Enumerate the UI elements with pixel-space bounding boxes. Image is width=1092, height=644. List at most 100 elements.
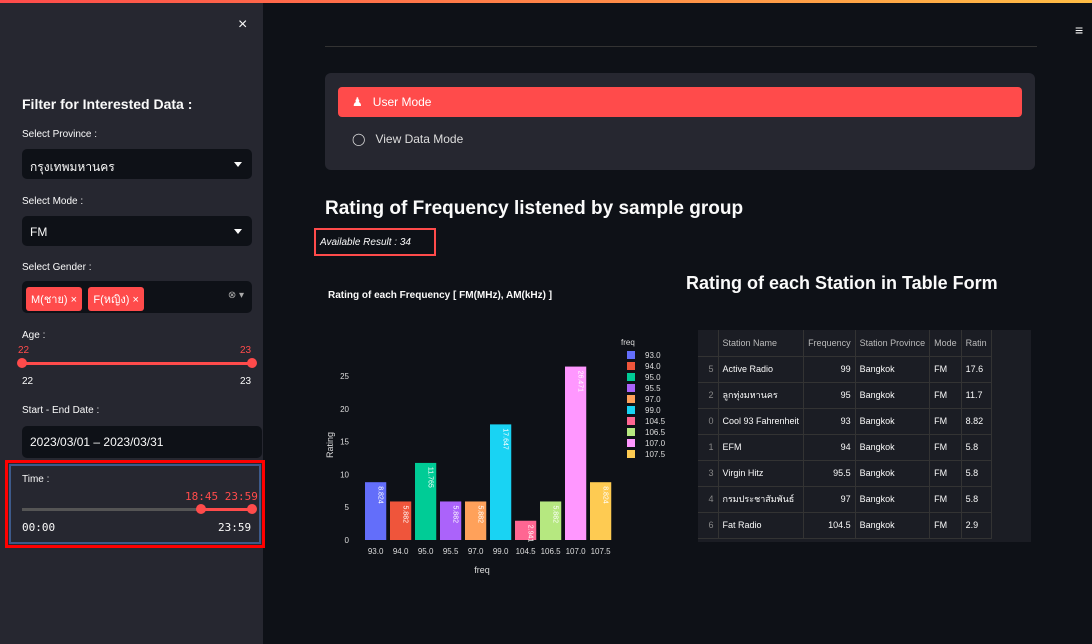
divider (325, 46, 1037, 47)
gender-multiselect[interactable]: M(ชาย) × F(หญิง) × ⊗ ▾ (22, 281, 252, 313)
table-cell: 8.82 (961, 408, 992, 435)
hamburger-menu-icon[interactable]: ≡ (1075, 22, 1083, 38)
table-cell: FM (929, 408, 962, 435)
clear-icon[interactable]: ⊗ ▾ (228, 290, 244, 301)
table-cell: Bangkok (855, 356, 931, 383)
mode-label: Select Mode : (22, 196, 84, 207)
legend-swatch (627, 450, 635, 458)
table-column-header[interactable]: Station Province (855, 330, 931, 357)
date-range-input[interactable]: 2023/03/01 – 2023/03/31 (22, 426, 262, 458)
table-cell: 2.9 (961, 512, 992, 539)
legend-entry: 97.0 (645, 395, 661, 404)
table-row[interactable]: 4 กรมประชาสัมพันธ์ 97 Bangkok FM 5.8 (698, 486, 992, 513)
legend-entry: 99.0 (645, 406, 661, 415)
legend-swatch (627, 395, 635, 403)
sidebar-title: Filter for Interested Data : (22, 96, 193, 112)
table-cell: 99 (803, 356, 856, 383)
table-row[interactable]: 3 Virgin Hitz 95.5 Bangkok FM 5.8 (698, 460, 992, 487)
table-cell: กรมประชาสัมพันธ์ (718, 486, 805, 513)
legend-swatch (627, 384, 635, 392)
legend-swatch (627, 428, 635, 436)
age-slider[interactable] (22, 362, 252, 365)
bar-data-label: 17.647 (502, 428, 509, 450)
legend-entry: 107.5 (645, 450, 665, 459)
x-tick-label: 94.0 (393, 547, 409, 556)
table-cell: 5.8 (961, 486, 992, 513)
gender-tag-female[interactable]: F(หญิง) × (88, 287, 144, 311)
tag-label: M(ชาย) (31, 294, 68, 306)
province-select[interactable]: กรุงเทพมหานคร (22, 149, 252, 179)
user-mode-label: User Mode (372, 95, 432, 109)
table-column-header[interactable]: Ratin (961, 330, 992, 357)
table-cell: 6 (698, 512, 719, 539)
station-table: Station Name Frequency Station Province Mod… (698, 330, 1031, 542)
time-max: 23:59 (218, 521, 252, 534)
age-max: 23 (240, 376, 252, 387)
table-cell: EFM (718, 434, 805, 461)
y-axis-label: Rating (325, 432, 335, 458)
view-data-mode-option[interactable]: ◯ View Data Mode (352, 132, 463, 146)
user-mode-option[interactable]: ♟ User Mode (338, 87, 1022, 117)
legend-entry: 104.5 (645, 417, 665, 426)
table-cell: Fat Radio (718, 512, 805, 539)
table-column-header[interactable]: Mode (929, 330, 962, 357)
close-icon[interactable]: × (238, 16, 247, 34)
x-tick-label: 106.5 (541, 547, 562, 556)
close-icon[interactable]: × (133, 294, 139, 306)
frequency-bar-chart: 0 5 10 15 20 25 Rating 8.824 93.0 5.882 94.0 11.765… (325, 338, 665, 575)
time-slider-high-thumb[interactable] (247, 504, 257, 514)
legend-entry: 106.5 (645, 428, 665, 437)
table-cell: Bangkok (855, 382, 931, 409)
y-tick-label: 10 (340, 470, 349, 479)
bar (565, 366, 587, 540)
table-cell: ลูกทุ่งมหานคร (718, 382, 805, 409)
table-row[interactable]: 6 Fat Radio 104.5 Bangkok FM 2.9 (698, 512, 992, 539)
page-title: Rating of Frequency listened by sample g… (325, 198, 744, 219)
table-cell: 2 (698, 382, 719, 409)
y-tick-label: 5 (345, 503, 350, 512)
table-cell: 5.8 (961, 460, 992, 487)
legend-entry: 107.0 (645, 439, 665, 448)
table-cell: 95 (803, 382, 856, 409)
bar-data-label: 8.824 (602, 486, 609, 504)
legend-swatch (627, 417, 635, 425)
table-cell: 93 (803, 408, 856, 435)
legend-entry: 94.0 (645, 362, 661, 371)
bar-data-label: 5.882 (552, 505, 559, 523)
table-cell: Active Radio (718, 356, 805, 383)
y-tick-label: 25 (340, 372, 349, 381)
table-row[interactable]: 1 EFM 94 Bangkok FM 5.8 (698, 434, 992, 461)
mode-value: FM (30, 225, 48, 239)
x-tick-label: 107.5 (591, 547, 612, 556)
legend-entry: 95.0 (645, 373, 661, 382)
table-cell: 97 (803, 486, 856, 513)
table-cell: Bangkok (855, 486, 931, 513)
table-column-header[interactable]: Frequency (803, 330, 856, 357)
table-row[interactable]: 0 Cool 93 Fahrenheit 93 Bangkok FM 8.82 (698, 408, 992, 435)
table-cell: 3 (698, 460, 719, 487)
time-slider-low-thumb[interactable] (196, 504, 206, 514)
table-cell: FM (929, 486, 962, 513)
y-tick-label: 15 (340, 438, 349, 447)
table-column-header[interactable] (698, 330, 719, 357)
table-cell: FM (929, 382, 962, 409)
bar-data-label: 8.824 (377, 486, 384, 504)
table-row[interactable]: 2 ลูกทุ่งมหานคร 95 Bangkok FM 11.7 (698, 382, 992, 409)
x-tick-label: 95.5 (443, 547, 459, 556)
table-cell: Cool 93 Fahrenheit (718, 408, 805, 435)
x-axis-label: freq (474, 565, 490, 575)
table-column-header[interactable]: Station Name (718, 330, 805, 357)
age-high-value: 23 (240, 345, 252, 356)
age-slider-high-thumb[interactable] (247, 358, 257, 368)
table-title: Rating of each Station in Table Form (686, 273, 998, 293)
table-cell: 1 (698, 434, 719, 461)
age-slider-low-thumb[interactable] (17, 358, 27, 368)
table-cell: FM (929, 512, 962, 539)
legend-swatch (627, 439, 635, 447)
mode-select[interactable]: FM (22, 216, 252, 246)
table-row[interactable]: 5 Active Radio 99 Bangkok FM 17.6 (698, 356, 992, 383)
gender-tag-male[interactable]: M(ชาย) × (26, 287, 83, 311)
legend-swatch (627, 351, 635, 359)
gender-label: Select Gender : (22, 262, 92, 273)
close-icon[interactable]: × (71, 294, 77, 306)
